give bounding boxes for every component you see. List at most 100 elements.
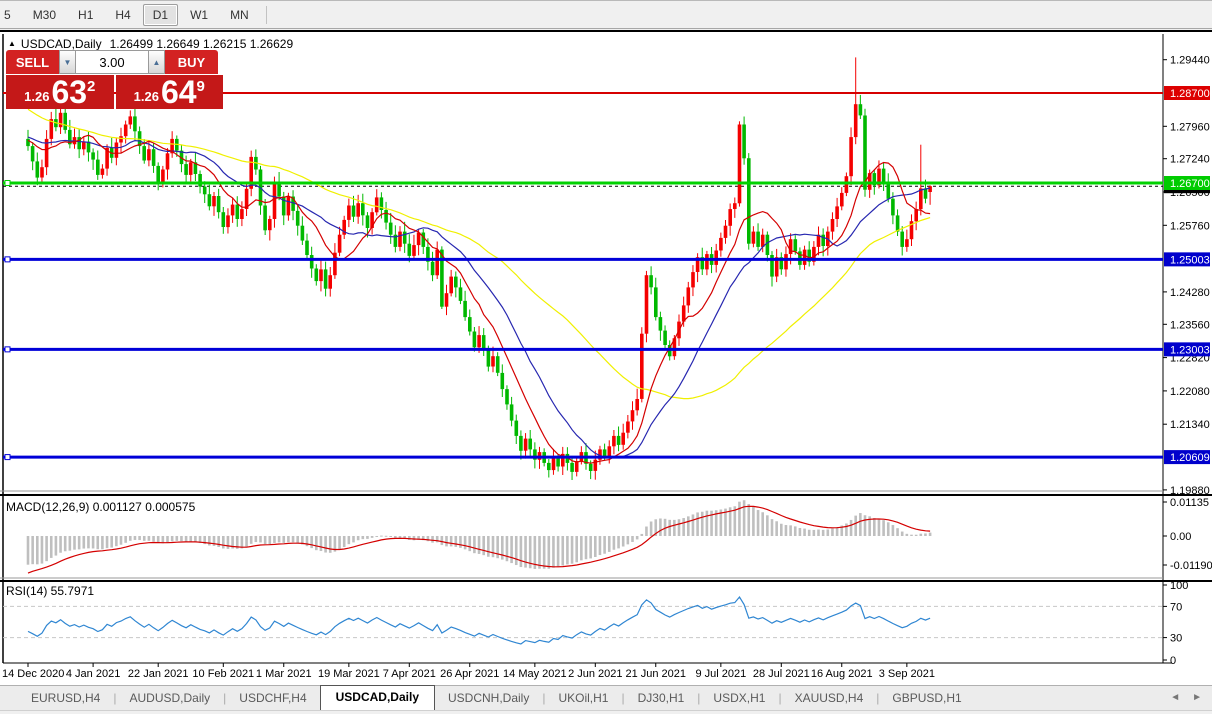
chart-window[interactable]: ▲USDCAD,Daily1.26499 1.26649 1.26215 1.2… [0,30,1212,685]
candle [212,196,216,206]
tab-dj30-h1[interactable]: DJ30,H1 [625,687,698,710]
candle [649,275,653,287]
tab-audusd-daily[interactable]: AUDUSD,Daily [116,687,223,710]
tab-ukoil-h1[interactable]: UKOil,H1 [545,687,621,710]
buy-price-button[interactable]: 1.26649 [116,75,224,109]
tab-scroll-left-icon[interactable]: ◄ [1170,692,1180,703]
candle [487,350,491,366]
date-axis-label: 2 Jun 2021 [568,668,622,680]
sell-button[interactable]: SELL [6,50,59,74]
line-handle[interactable] [5,455,10,460]
macd-histogram-bar [413,536,416,540]
candle [263,206,267,231]
candle [501,373,505,389]
volume-decrease-button[interactable]: ▼ [59,50,76,74]
candle [91,152,95,159]
sell-price-sup: 2 [87,78,95,95]
macd-histogram-bar [827,529,830,536]
timeframe-button-w1[interactable]: W1 [180,4,218,26]
timeframe-button-d1[interactable]: D1 [143,4,178,26]
tab-xauusd-h4[interactable]: XAUUSD,H4 [782,687,877,710]
macd-histogram-bar [287,536,290,542]
candle [663,331,667,345]
macd-histogram-bar [813,530,816,536]
candle [687,287,691,305]
timeframe-button-mn[interactable]: MN [220,4,259,26]
candle [40,167,44,177]
candle [324,269,328,288]
symbol-tab-bar: EURUSD,H4|AUDUSD,Daily|USDCHF,H4USDCAD,D… [0,685,1212,710]
collapse-arrow-icon[interactable]: ▲ [8,39,16,48]
tab-scroll-controls: ◄ ► [1170,692,1202,703]
timeframe-button-h4[interactable]: H4 [105,4,140,26]
macd-histogram-bar [599,536,602,555]
macd-histogram-bar [552,536,555,568]
tab-usdcad-daily[interactable]: USDCAD,Daily [320,685,435,710]
volume-input[interactable]: 3.00 [76,50,148,74]
candle [900,232,904,247]
tab-eurusd-h4[interactable]: EURUSD,H4 [18,687,113,710]
one-click-trading-panel: SELL ▼ 3.00 ▲ BUY 1.26632 1.26649 [6,50,223,109]
candle [161,170,165,183]
macd-histogram-bar [580,536,583,560]
macd-axis-label: 0.00 [1170,531,1191,543]
macd-histogram-bar [69,536,72,551]
macd-histogram-bar [143,536,146,541]
macd-histogram-bar [752,507,755,536]
macd-histogram-bar [217,536,220,547]
tab-usdcnh-daily[interactable]: USDCNH,Daily [435,687,542,710]
status-strip [0,710,1212,714]
candle [859,104,863,115]
volume-increase-button[interactable]: ▲ [148,50,165,74]
candle [26,139,30,146]
timeframe-button-5[interactable]: 5 [0,4,21,26]
macd-histogram-bar [64,536,67,551]
macd-histogram-bar [324,536,327,553]
macd-histogram-bar [887,522,890,536]
candle [612,436,616,446]
macd-histogram-bar [296,536,299,543]
tab-scroll-right-icon[interactable]: ► [1192,692,1202,703]
macd-histogram-bar [571,536,574,564]
macd-histogram-bar [375,536,378,537]
trading-terminal: { "toolbar": { "timeframes": [ {"label":… [0,0,1212,714]
macd-histogram-bar [352,536,355,542]
macd-histogram-bar [650,521,653,536]
candle [491,356,495,366]
date-axis-label: 14 May 2021 [503,668,567,680]
candle [766,235,770,255]
candle [849,137,853,176]
macd-histogram-bar [780,524,783,536]
macd-histogram-bar [250,536,253,544]
chart-canvas[interactable]: 1.294401.279601.272401.265001.257601.242… [0,32,1212,687]
macd-histogram-bar [743,500,746,536]
macd-histogram-bar [329,536,332,553]
macd-histogram-bar [106,536,109,548]
macd-histogram-bar [771,519,774,536]
sell-price-button[interactable]: 1.26632 [6,75,114,109]
macd-indicator-label: MACD(12,26,9) 0.001127 0.000575 [6,500,195,514]
timeframe-button-h1[interactable]: H1 [68,4,103,26]
line-handle[interactable] [5,257,10,262]
macd-histogram-bar [292,536,295,542]
tab-usdx-h1[interactable]: USDX,H1 [700,687,778,710]
macd-histogram-bar [892,525,895,536]
tab-usdchf-h4[interactable]: USDCHF,H4 [226,687,319,710]
macd-histogram-bar [538,536,541,569]
macd-histogram-bar [873,518,876,536]
timeframe-button-m30[interactable]: M30 [23,4,66,26]
candle [124,125,128,137]
date-axis-label: 22 Jan 2021 [128,668,189,680]
candle [208,194,212,206]
macd-histogram-bar [520,536,523,567]
macd-histogram-bar [129,536,132,541]
macd-histogram-bar [259,536,262,542]
macd-histogram-bar [631,536,634,542]
tab-gbpusd-h1[interactable]: GBPUSD,H1 [879,687,974,710]
line-handle[interactable] [5,347,10,352]
buy-button[interactable]: BUY [165,50,218,74]
candle [835,206,839,219]
price-axis-label: 1.19880 [1170,485,1210,497]
macd-histogram-bar [701,512,704,536]
line-handle[interactable] [5,181,10,186]
